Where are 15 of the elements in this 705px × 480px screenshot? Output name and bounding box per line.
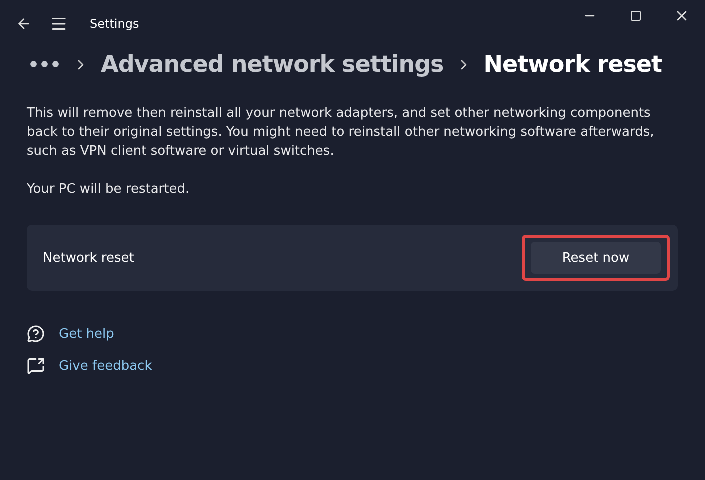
reset-button[interactable]: Reset now (531, 242, 661, 274)
description-text: This will remove then reinstall all your network adapters, and set other networking components back to their original settings. You might need to reinstall other networking software afterwards, such as VPN client software or virtual switches. (27, 105, 656, 161)
window-title: Settings (90, 17, 140, 31)
restart-note: Your PC will be restarted. (27, 181, 191, 199)
back-button[interactable] (16, 16, 32, 32)
help-link[interactable]: Get help (59, 326, 114, 342)
card-label: Network reset (43, 250, 134, 266)
feedback-icon (27, 357, 45, 375)
breadcrumb-link[interactable]: Advanced network settings (101, 52, 444, 78)
page-title: Network reset (484, 52, 662, 78)
help-icon (27, 325, 45, 343)
more-button[interactable]: ••• (28, 54, 62, 76)
maximize-icon[interactable] (630, 10, 642, 22)
help-link[interactable]: Give feedback (59, 358, 152, 374)
menu-button[interactable] (50, 15, 68, 33)
